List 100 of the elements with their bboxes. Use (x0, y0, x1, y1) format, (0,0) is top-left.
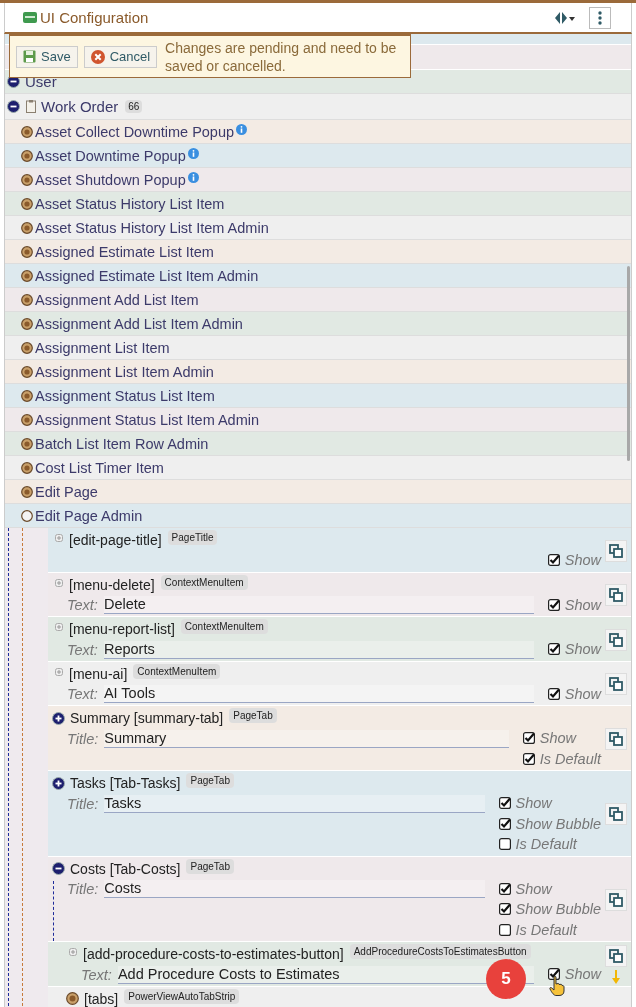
node-icon[interactable] (21, 389, 33, 402)
checked-checkbox[interactable] (547, 554, 560, 567)
type-tag: ContextMenuItem (133, 663, 221, 679)
tree-item-label[interactable]: Assignment Add List Item Admin (35, 315, 243, 332)
tree-item-label[interactable]: Batch List Item Row Admin (35, 435, 209, 452)
node-icon[interactable] (21, 125, 33, 138)
copy-button[interactable] (605, 728, 627, 750)
checkbox[interactable] (498, 923, 511, 936)
field-label: Text: (67, 686, 98, 702)
expand-icon[interactable] (52, 711, 65, 725)
field-label: Title: (67, 881, 99, 897)
checked-checkbox[interactable] (547, 598, 560, 611)
node-icon[interactable] (21, 365, 33, 378)
node-icon[interactable] (21, 341, 33, 354)
tree-node-label[interactable]: Work Order (41, 98, 119, 115)
tree-item-label[interactable]: Asset Downtime Popup (35, 147, 186, 164)
element-name: Tasks [Tab-Tasks] (70, 775, 181, 791)
checked-checkbox[interactable] (498, 903, 511, 916)
copy-button[interactable] (605, 539, 627, 562)
option-label: Show (515, 795, 552, 812)
notice-message: Changes are pending and need to be saved or cancelled. (165, 38, 398, 75)
option-label: Show Bubble (515, 901, 601, 918)
node-icon[interactable] (21, 317, 33, 330)
checked-checkbox[interactable] (522, 752, 535, 765)
node-icon[interactable] (21, 461, 33, 474)
panel-icon (23, 12, 37, 23)
node-icon[interactable] (21, 221, 33, 234)
checked-checkbox[interactable] (498, 882, 511, 895)
element-name: Costs [Tab-Costs] (70, 860, 181, 877)
option-label: Is Default (515, 921, 577, 938)
copy-button[interactable] (605, 584, 627, 607)
field-label: Title: (67, 730, 99, 747)
tree-item-label[interactable]: Cost List Timer Item (35, 459, 164, 476)
field-label: Text: (81, 966, 112, 983)
tree-item-label[interactable]: Assignment Status List Item (35, 387, 215, 404)
tree-item-label[interactable]: Assignment Add List Item (35, 291, 199, 308)
element-name: [tabs] (84, 990, 119, 1007)
element-name: Summary [summary-tab] (70, 710, 224, 726)
tree-item-label[interactable]: Assigned Estimate List Item (35, 243, 214, 260)
type-tag: PageTitle (167, 530, 218, 545)
option-label: Show Bubble (515, 815, 601, 832)
save-button[interactable]: Save (16, 45, 78, 68)
tree-item-label[interactable]: Assignment Status List Item Admin (35, 411, 260, 428)
tree-item-label[interactable]: Asset Collect Downtime Popup (35, 123, 235, 140)
option-label: Show (564, 641, 601, 658)
collapse-icon[interactable] (52, 862, 65, 875)
field-label: Title: (67, 795, 99, 812)
node-icon[interactable] (21, 245, 33, 258)
checked-checkbox[interactable] (547, 968, 560, 981)
tree-item-label[interactable]: Assigned Estimate List Item Admin (35, 267, 259, 284)
text-field[interactable]: Costs (104, 880, 485, 898)
type-tag: PageTab (186, 858, 234, 874)
copy-button[interactable] (605, 945, 627, 968)
option-label: Show (515, 880, 552, 897)
info-icon[interactable] (236, 124, 248, 135)
node-icon[interactable] (66, 992, 79, 1005)
checkbox[interactable] (498, 838, 511, 851)
tree-item-label[interactable]: Asset Status History List Item (35, 195, 225, 212)
tree-item-label[interactable]: Assignment List Item (35, 339, 170, 356)
copy-button[interactable] (605, 673, 627, 696)
scrollbar[interactable] (627, 266, 630, 461)
text-field[interactable]: AI Tools (103, 685, 534, 703)
checked-checkbox[interactable] (522, 732, 535, 745)
tree-item-label[interactable]: Edit Page Admin (35, 507, 143, 524)
more-menu-button[interactable] (589, 6, 611, 29)
info-icon[interactable] (187, 172, 199, 183)
cancel-button[interactable]: Cancel (83, 45, 158, 68)
node-icon[interactable] (21, 413, 33, 426)
copy-button[interactable] (605, 628, 627, 651)
tree-item-label[interactable]: Assignment List Item Admin (35, 363, 214, 380)
node-icon[interactable] (21, 269, 33, 282)
checked-checkbox[interactable] (498, 817, 511, 830)
text-field[interactable]: Delete (103, 596, 534, 614)
expand-icon[interactable] (52, 776, 65, 790)
checked-checkbox[interactable] (498, 797, 511, 810)
checked-checkbox[interactable] (547, 643, 560, 656)
element-name: [edit-page-title] (69, 532, 162, 548)
open-node-icon[interactable] (21, 509, 33, 522)
tree-item-label[interactable]: Edit Page (35, 483, 98, 500)
copy-button[interactable] (605, 888, 627, 911)
node-icon[interactable] (21, 149, 33, 162)
element-name: [menu-delete] (69, 576, 155, 593)
node-icon[interactable] (21, 173, 33, 186)
option-label: Show (564, 685, 601, 702)
node-icon[interactable] (21, 437, 33, 450)
node-icon[interactable] (21, 197, 33, 210)
collapse-icon[interactable] (7, 100, 20, 113)
panel-title: UI Configuration (40, 9, 149, 26)
node-icon[interactable] (21, 293, 33, 306)
info-icon[interactable] (187, 148, 199, 159)
checked-checkbox[interactable] (547, 687, 560, 700)
option-label: Show (564, 966, 601, 983)
tree-item-label[interactable]: Asset Status History List Item Admin (35, 219, 269, 236)
field-label: Text: (67, 597, 98, 613)
save-icon (23, 50, 36, 63)
tree-item-label[interactable]: Asset Shutdown Popup (35, 171, 186, 188)
node-icon[interactable] (21, 485, 33, 498)
copy-button[interactable] (605, 803, 627, 826)
text-field[interactable]: Tasks (104, 794, 485, 813)
element-name: [menu-ai] (69, 665, 128, 682)
